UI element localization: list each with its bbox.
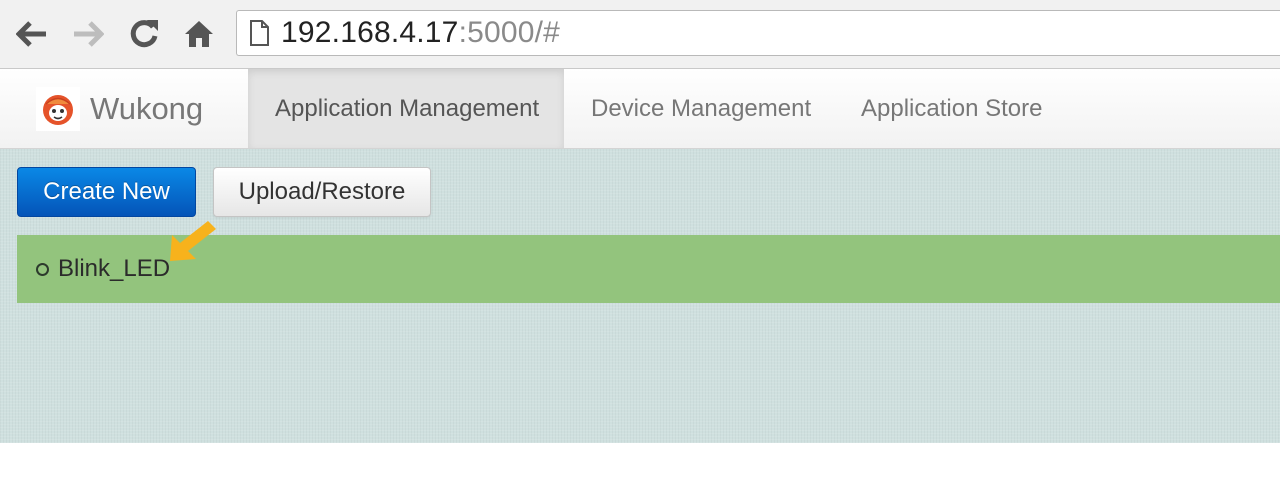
- wukong-logo-icon: [36, 87, 80, 131]
- page-icon: [249, 20, 269, 46]
- application-name: Blink_LED: [58, 255, 171, 282]
- bullet-icon: [36, 262, 49, 276]
- forward-arrow-icon: [74, 21, 104, 47]
- create-new-button[interactable]: Create New: [17, 167, 196, 217]
- url-host: 192.168.4.17: [281, 16, 459, 49]
- brand-name: Wukong: [90, 91, 204, 126]
- url-text: 192.168.4.17:5000/#: [281, 16, 560, 50]
- brand[interactable]: Wukong: [36, 86, 203, 132]
- upload-restore-button[interactable]: Upload/Restore: [213, 167, 431, 217]
- main-content: Create New Upload/Restore Blink_LED: [0, 149, 1280, 443]
- tab-application-store[interactable]: Application Store: [834, 69, 1074, 148]
- forward-button[interactable]: [70, 14, 106, 54]
- browser-toolbar: 192.168.4.17:5000/#: [0, 0, 1280, 69]
- app-navbar: Wukong Application Management Device Man…: [0, 69, 1280, 149]
- reload-icon: [130, 20, 158, 48]
- back-arrow-icon: [16, 21, 46, 47]
- url-port-path: :5000/#: [458, 16, 561, 49]
- reload-button[interactable]: [126, 14, 162, 54]
- home-button[interactable]: [181, 14, 217, 54]
- address-bar[interactable]: 192.168.4.17:5000/#: [236, 10, 1280, 56]
- back-button[interactable]: [14, 14, 50, 54]
- tab-device-management[interactable]: Device Management: [564, 69, 834, 148]
- annotation-arrow-icon: [170, 221, 216, 261]
- tab-application-management[interactable]: Application Management: [248, 69, 564, 148]
- home-icon: [185, 21, 213, 47]
